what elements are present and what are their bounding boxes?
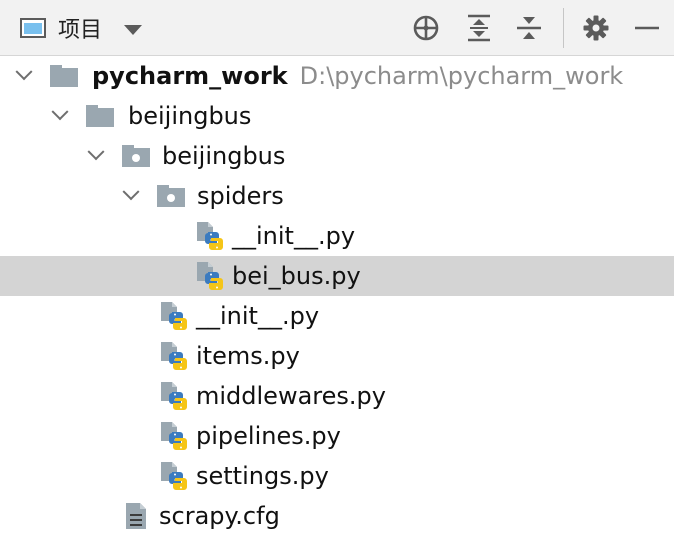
chevron-down-icon [52,108,68,124]
tree-node-middlewares[interactable]: middlewares.py [0,376,674,416]
toolbar-divider [563,8,564,48]
view-selector-label: 项目 [58,18,103,43]
tree-node-spiders[interactable]: spiders [0,176,674,216]
python-file-icon [196,221,224,251]
tree-item-label: pipelines.py [196,422,341,450]
minimize-icon [635,26,659,30]
python-file-icon [160,301,188,331]
tree-item-label: beijingbus [128,102,252,130]
tree-item-label: bei_bus.py [232,262,361,290]
tree-node-root[interactable]: pycharm_work D:\pycharm\pycharm_work [0,56,674,96]
gear-icon [583,15,609,41]
root-folder-label: pycharm_work [92,62,288,90]
config-file-icon [125,502,147,530]
chevron-down-icon [123,188,139,204]
root-folder-path: D:\pycharm\pycharm_work [299,62,624,90]
tree-node-pipelines[interactable]: pipelines.py [0,416,674,456]
tree-item-label: beijingbus [162,142,286,170]
tree-item-label: scrapy.cfg [159,502,280,530]
tree-node-package-init[interactable]: __init__.py [0,296,674,336]
project-window-icon [20,18,46,38]
caret-down-icon [124,25,143,35]
folder-icon [50,65,78,87]
tree-item-label: middlewares.py [196,382,386,410]
project-toolbar: 项目 [0,0,674,56]
chevron-down-icon [16,68,32,84]
folder-icon [86,105,114,127]
tree-node-bei-bus[interactable]: bei_bus.py [0,256,674,296]
collapse-all-icon [517,17,541,39]
python-file-icon [160,461,188,491]
tree-node-settings[interactable]: settings.py [0,456,674,496]
expand-all-icon [468,14,490,42]
package-icon [122,145,150,167]
python-file-icon [160,341,188,371]
tree-node-spiders-init[interactable]: __init__.py [0,216,674,256]
collapse-all-button[interactable] [512,10,546,46]
settings-button[interactable] [579,10,613,46]
view-selector[interactable]: 项目 [20,12,143,44]
package-icon [157,185,185,207]
python-file-icon [160,381,188,411]
tree-node-items[interactable]: items.py [0,336,674,376]
tree-node-scrapy-cfg[interactable]: scrapy.cfg [0,496,674,536]
python-file-icon [196,261,224,291]
chevron-down-icon [88,148,104,164]
tree-node-beijingbus-project[interactable]: beijingbus [0,96,674,136]
expand-all-button[interactable] [462,10,496,46]
tree-item-label: __init__.py [232,222,356,250]
tree-item-label: settings.py [196,462,329,490]
python-file-icon [160,421,188,451]
tree-node-beijingbus-package[interactable]: beijingbus [0,136,674,176]
tree-item-label: spiders [197,182,284,210]
locate-icon [413,15,439,41]
minimize-button[interactable] [630,10,664,46]
locate-button[interactable] [409,10,443,46]
tree-item-label: items.py [196,342,300,370]
tree-item-label: __init__.py [196,302,320,330]
